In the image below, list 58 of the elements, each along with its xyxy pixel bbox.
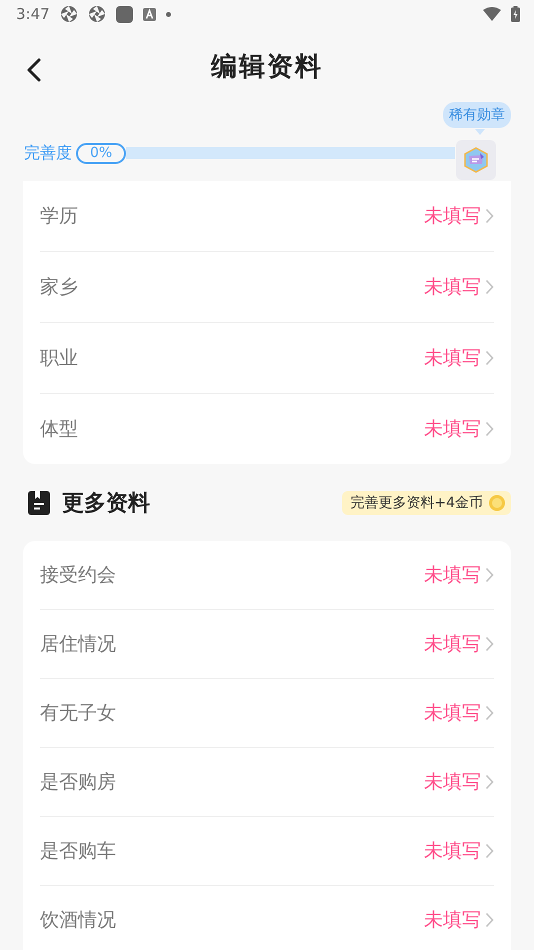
field-label: 接受约会 (40, 563, 117, 588)
field-value: 未填写 (424, 908, 481, 933)
document-icon (28, 490, 50, 514)
field-label: 家乡 (40, 275, 79, 300)
aperture-icon (88, 5, 106, 23)
completeness-label: 完善度 (24, 142, 72, 164)
field-value: 未填写 (424, 839, 481, 864)
field-value: 未填写 (424, 632, 481, 657)
profile-row[interactable]: 学历 未填写 (40, 181, 494, 252)
profile-row[interactable]: 居住情况 未填写 (40, 610, 494, 679)
chevron-icon (485, 705, 494, 721)
profile-row[interactable]: 体型 未填写 (40, 394, 494, 464)
chevron-icon (485, 350, 494, 366)
field-value: 未填写 (424, 770, 481, 795)
battery-icon (511, 6, 520, 22)
chevron-icon (485, 279, 494, 295)
profile-row[interactable]: 接受约会 未填写 (40, 541, 494, 610)
profile-row[interactable]: 是否购房 未填写 (40, 748, 494, 817)
field-label: 体型 (40, 417, 79, 442)
status-time: 3:47 (16, 5, 50, 23)
notification-icon (142, 8, 156, 20)
profile-row[interactable]: 家乡 未填写 (40, 252, 494, 323)
field-label: 是否购房 (40, 770, 117, 795)
field-value: 未填写 (424, 275, 481, 300)
profile-row[interactable]: 是否购车 未填写 (40, 817, 494, 886)
field-label: 居住情况 (40, 632, 117, 657)
profile-row[interactable]: 职业 未填写 (40, 323, 494, 394)
wifi-icon (483, 7, 501, 21)
app-square-icon (116, 6, 133, 22)
dot-icon (166, 12, 171, 16)
field-label: 是否购车 (40, 839, 117, 864)
field-value: 未填写 (424, 204, 481, 229)
chevron-icon (485, 774, 494, 790)
chevron-icon (485, 636, 494, 652)
profile-row[interactable]: 有无子女 未填写 (40, 679, 494, 748)
chevron-icon (485, 912, 494, 928)
chevron-icon (485, 567, 494, 583)
field-value: 未填写 (424, 563, 481, 588)
profile-row[interactable]: 饮酒情况 未填写 (40, 886, 494, 950)
medal-icon (463, 147, 489, 173)
field-label: 学历 (40, 204, 79, 229)
section-title: 更多资料 (62, 490, 151, 518)
field-value: 未填写 (424, 701, 481, 726)
field-value: 未填写 (424, 346, 481, 371)
field-value: 未填写 (424, 417, 481, 442)
percent-label: 0% (76, 142, 126, 164)
chevron-icon (485, 421, 494, 437)
chevron-icon (485, 208, 494, 224)
reward-text: 完善更多资料+4金币 (350, 494, 483, 512)
field-label: 饮酒情况 (40, 908, 117, 933)
tooltip-pointer-icon (475, 129, 485, 135)
field-label: 职业 (40, 346, 79, 371)
coin-icon (489, 494, 505, 510)
field-label: 有无子女 (40, 701, 117, 726)
chevron-icon (485, 843, 494, 859)
page-title: 编辑资料 (211, 50, 323, 84)
aperture-icon (60, 5, 78, 23)
rare-badge-tooltip: 稀有勋章 (443, 102, 511, 128)
